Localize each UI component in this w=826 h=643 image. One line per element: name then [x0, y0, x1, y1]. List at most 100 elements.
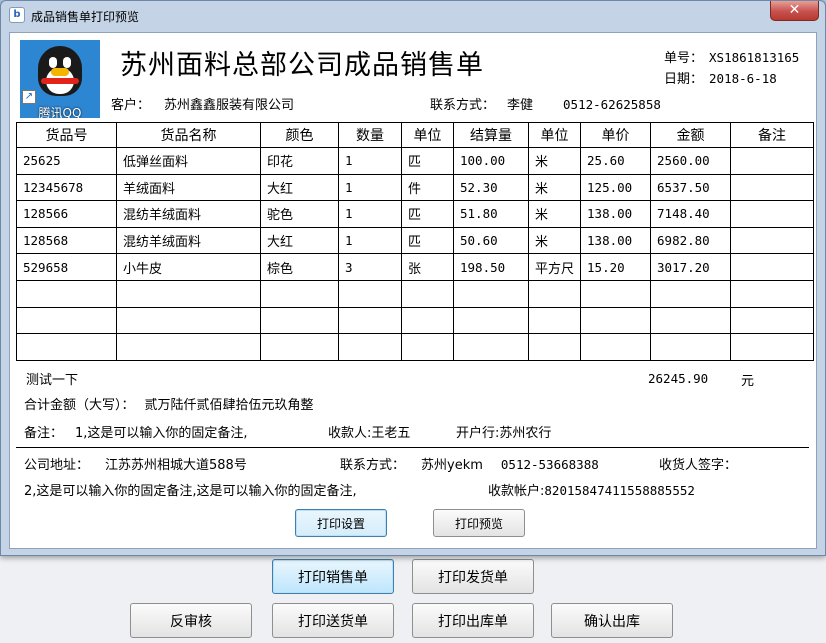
table-cell — [453, 279, 529, 308]
customer: 客户： 苏州鑫鑫服装有限公司 — [111, 98, 295, 113]
print-preview-page: ↗ 腾讯QQ 苏州面料总部公司成品销售单 单号： XS1861813165 日期：… — [9, 32, 817, 549]
table-cell — [260, 279, 339, 308]
table-cell — [730, 253, 815, 281]
print-preview-window: b 成品销售单打印预览 ✕ ↗ 腾讯QQ 苏州面料总部公司成品销售单 单号： XS… — [0, 0, 826, 556]
table-cell: 6537.50 — [650, 173, 732, 202]
table-cell: 米 — [527, 173, 582, 202]
company-contact: 联系方式： 苏州yekm 0512-53668388 — [340, 457, 599, 473]
table-cell: 羊绒面料 — [116, 173, 261, 202]
print-setup-button[interactable]: 打印设置 — [295, 509, 387, 537]
table-cell: 棕色 — [260, 253, 339, 281]
column-header: 颜色 — [260, 122, 339, 148]
table-cell — [650, 306, 732, 335]
table-cell: 529658 — [16, 253, 117, 281]
title-bar[interactable]: b 成品销售单打印预览 ✕ — [1, 1, 825, 31]
table-cell: 1 — [338, 226, 402, 255]
blurred-parent-title-right — [681, 9, 771, 23]
table-cell — [16, 279, 117, 308]
column-header: 货品名称 — [116, 122, 261, 148]
print-sales-button[interactable]: 打印销售单 — [272, 559, 394, 594]
column-header: 金额 — [650, 122, 732, 148]
table-cell — [580, 333, 652, 361]
table-cell: 1 — [338, 173, 402, 202]
table-cell: 平方尺 — [527, 253, 582, 281]
table-cell: 125.00 — [580, 173, 652, 202]
table-cell — [527, 306, 582, 335]
column-header: 数量 — [338, 122, 402, 148]
qq-logo: ↗ 腾讯QQ — [20, 40, 100, 118]
table-cell: 51.80 — [453, 200, 529, 228]
table-cell — [338, 279, 402, 308]
table-cell: 52.30 — [453, 173, 529, 202]
unapprove-button[interactable]: 反审核 — [130, 603, 252, 638]
table-cell — [338, 306, 402, 335]
payment-account: 收款帐户:82015847411558885552 — [488, 483, 695, 499]
table-cell: 138.00 — [580, 226, 652, 255]
bank: 开户行:苏州农行 — [456, 426, 552, 441]
table-cell: 138.00 — [580, 200, 652, 228]
blurred-parent-title — [301, 9, 511, 23]
table-cell: 米 — [527, 226, 582, 255]
table-cell — [730, 279, 815, 308]
payee: 收款人:王老五 — [328, 426, 411, 441]
table-cell — [650, 279, 732, 308]
table-cell: 驼色 — [260, 200, 339, 228]
table-cell: 米 — [527, 147, 582, 175]
table-cell: 小牛皮 — [116, 253, 261, 281]
table-cell: 6982.80 — [650, 226, 732, 255]
table-cell: 1 — [338, 147, 402, 175]
table-cell: 25.60 — [580, 147, 652, 175]
table-cell — [401, 279, 454, 308]
table-cell: 15.20 — [580, 253, 652, 281]
print-preview-button[interactable]: 打印预览 — [433, 509, 525, 537]
table-row: 128568 混纺羊绒面料 大红 1 匹 50.60 米 138.00 6982.80 — [16, 226, 815, 255]
table-cell: 2560.00 — [650, 147, 732, 175]
table-cell — [730, 200, 815, 228]
table-cell: 12345678 — [16, 173, 117, 202]
confirm-outbound-button[interactable]: 确认出库 — [551, 603, 673, 638]
company-address: 公司地址： 江苏苏州相城大道588号 — [24, 458, 247, 473]
table-cell: 3 — [338, 253, 402, 281]
table-cell: 大红 — [260, 226, 339, 255]
table-cell — [116, 333, 261, 361]
remark: 备注： 1,这是可以输入你的固定备注, — [24, 426, 248, 441]
table-cell — [730, 226, 815, 255]
table-cell: 匹 — [401, 147, 454, 175]
table-cell: 件 — [401, 173, 454, 202]
print-outbound-button[interactable]: 打印出库单 — [412, 603, 534, 638]
table-cell: 1 — [338, 200, 402, 228]
table-cell — [527, 279, 582, 308]
table-cell — [527, 333, 582, 361]
table-cell — [730, 333, 815, 361]
table-cell — [116, 279, 261, 308]
table-cell: 印花 — [260, 147, 339, 175]
document-title: 苏州面料总部公司成品销售单 — [120, 50, 484, 81]
table-cell: 混纺羊绒面料 — [116, 226, 261, 255]
receiver-signature-label: 收货人签字： — [659, 458, 738, 473]
column-header: 备注 — [730, 122, 815, 148]
table-row: 128566 混纺羊绒面料 驼色 1 匹 51.80 米 138.00 7148.40 — [16, 200, 815, 228]
table-row: 529658 小牛皮 棕色 3 张 198.50 平方尺 15.20 3017.20 — [16, 253, 815, 281]
table-cell: 100.00 — [453, 147, 529, 175]
table-cell: 128566 — [16, 200, 117, 228]
print-delivery-button[interactable]: 打印送货单 — [272, 603, 394, 638]
table-cell — [338, 333, 402, 361]
column-header: 单位 — [401, 122, 454, 148]
table-cell: 匹 — [401, 226, 454, 255]
table-cell — [730, 173, 815, 202]
table-cell — [401, 333, 454, 361]
total-amount: 26245.90 — [648, 371, 709, 386]
app-icon: b — [9, 7, 25, 23]
print-shipping-button[interactable]: 打印发货单 — [412, 559, 534, 594]
close-icon: ✕ — [788, 2, 801, 18]
table-cell — [730, 147, 815, 175]
window-title: 成品销售单打印预览 — [31, 10, 140, 24]
table-cell — [16, 333, 117, 361]
close-button[interactable]: ✕ — [770, 1, 819, 21]
logo-label: 腾讯QQ — [38, 106, 82, 118]
table-cell — [453, 333, 529, 361]
table-cell: 50.60 — [453, 226, 529, 255]
table-cell: 米 — [527, 200, 582, 228]
total-in-words: 合计金额（大写）： 贰万陆仟贰佰肆拾伍元玖角整 — [24, 398, 314, 413]
table-cell — [730, 306, 815, 335]
